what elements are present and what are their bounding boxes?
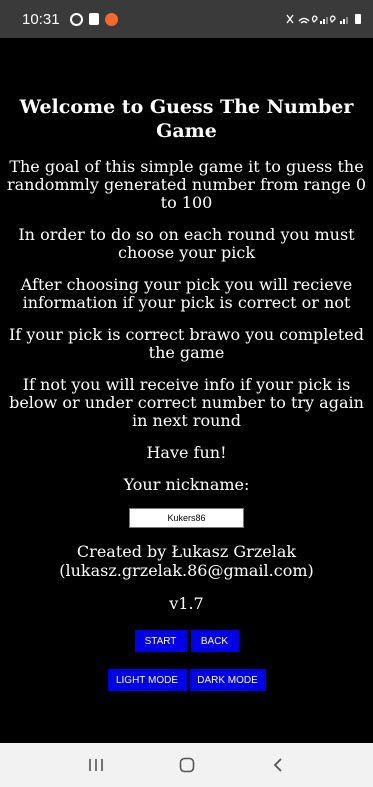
status-bar: 10:31 <box>0 0 373 38</box>
retry-paragraph: If not you will receive info if your pic… <box>9 375 364 430</box>
app-notification-icon <box>104 12 118 26</box>
instruction-paragraph: In order to do so on each round you must… <box>18 225 355 262</box>
system-nav-bar <box>0 743 373 787</box>
credits-email: (lukasz.grzelak.86@gmail.com) <box>59 561 314 580</box>
nickname-input[interactable] <box>129 508 244 528</box>
status-right <box>285 12 363 26</box>
start-button[interactable]: START <box>134 630 187 652</box>
dark-mode-button[interactable]: DARK MODE <box>189 669 266 691</box>
credits-name: Created by Łukasz Grzelak <box>76 542 297 561</box>
theme-buttons: LIGHT MODE DARK MODE <box>4 669 369 691</box>
main-content: Welcome to Guess The Number Game The goa… <box>0 38 373 743</box>
home-icon <box>179 757 194 773</box>
status-time: 10:31 <box>22 10 60 28</box>
status-left: 10:31 <box>22 11 118 28</box>
have-fun-text: Have fun! <box>146 443 227 462</box>
back-button[interactable]: BACK <box>190 630 239 652</box>
nickname-label: Your nickname: <box>123 475 250 494</box>
back-nav-button[interactable] <box>258 750 298 780</box>
version-label: v1.7 <box>169 594 204 613</box>
recent-apps-icon <box>88 759 103 771</box>
signal-icons <box>286 14 361 24</box>
home-button[interactable] <box>167 750 207 780</box>
intro-paragraph: The goal of this simple game it to guess… <box>6 157 366 212</box>
back-icon <box>273 758 282 772</box>
navigation-buttons: START BACK <box>4 630 369 652</box>
sync-icon <box>69 12 83 26</box>
credits: Created by Łukasz Grzelak (lukasz.grzela… <box>4 542 369 580</box>
feedback-paragraph: After choosing your pick you will reciev… <box>20 275 353 312</box>
page-title: Welcome to Guess The Number Game <box>19 96 354 142</box>
cast-icon <box>88 13 99 25</box>
light-mode-button[interactable]: LIGHT MODE <box>107 669 187 691</box>
recent-apps-button[interactable] <box>76 750 116 780</box>
win-paragraph: If your pick is correct brawo you comple… <box>8 325 365 362</box>
